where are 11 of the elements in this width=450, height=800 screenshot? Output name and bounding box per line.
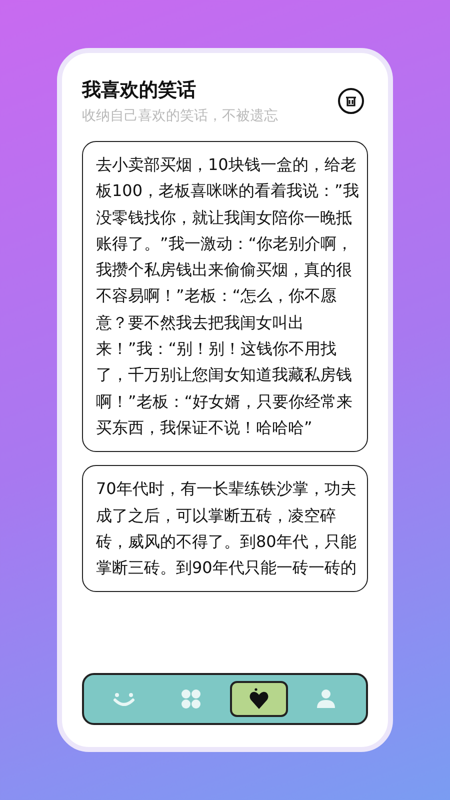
person-icon (317, 689, 336, 709)
joke-card: 70年代时，有一长辈练铁沙掌，功夫成了之后，可以掌断五砖，凌空碎砖，威风的不得了。到80年代，只能掌断三砖。到90年代只能一砖一砖的 (82, 465, 368, 592)
joke-card: 去小卖部买烟，10块钱一盒的，给老板100，老板喜咪咪的看着我说：”我没零钱找你，就让我闺女陪你一晚抵账得了。”我一激动：“你老别介啊，我攒个私房钱出来偷偷买烟，真的很不容易啊！”老板：“怎么，你不愿意？要不然我去把我闺女叫出来！”我：“别！别！这钱你不用找了，千万别让您闺女知道我藏私房钱啊！”老板：“好女婿，只要你经常来买东西，我保证不说！哈哈哈” (82, 141, 368, 452)
delete-button[interactable] (338, 88, 364, 114)
trash-icon (345, 96, 357, 106)
smile-icon (112, 692, 135, 706)
heart-icon (248, 688, 269, 710)
grid-icon (181, 689, 202, 709)
nav-tab[interactable] (230, 681, 288, 717)
page-title: 我喜欢的笑话 (82, 78, 197, 103)
page-subtitle: 收纳自己喜欢的笑话，不被遗忘 (82, 107, 278, 125)
